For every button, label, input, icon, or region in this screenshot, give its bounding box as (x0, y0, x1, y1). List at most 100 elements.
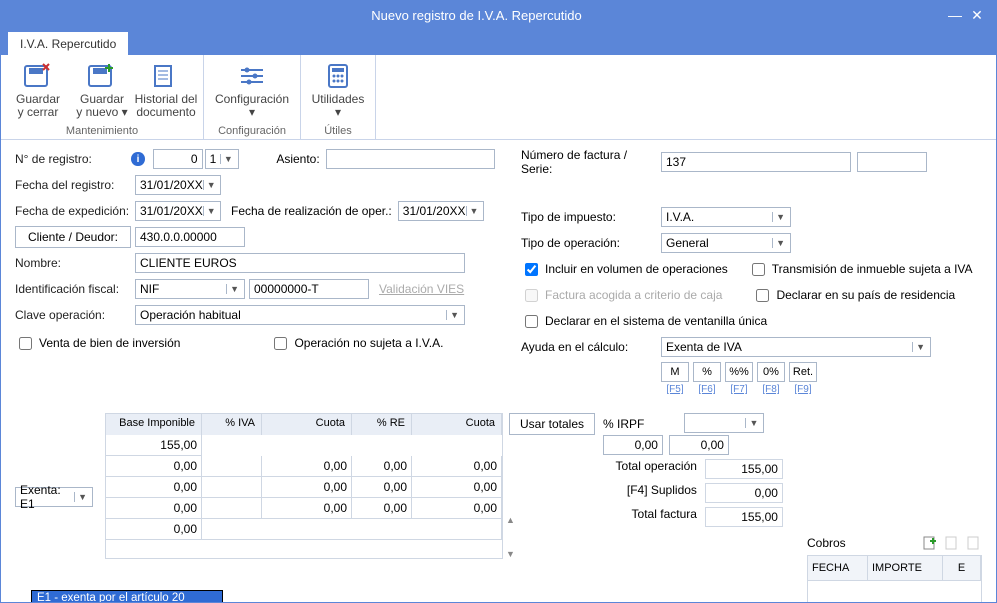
utils-button[interactable]: Utilidades▾ (309, 59, 367, 121)
grid-r2-cuota2[interactable] (412, 477, 502, 498)
tab-iva-repercutido[interactable]: I.V.A. Repercutido (7, 31, 129, 55)
fecha-oper-label: Fecha de realización de oper.: (231, 204, 392, 218)
calculator-icon (321, 61, 355, 91)
irpf-pct-select[interactable]: ▼ (684, 413, 764, 433)
total-oper-label: Total operación (603, 459, 705, 479)
fecha-reg-label: Fecha del registro: (15, 178, 135, 192)
history-button[interactable]: Historial deldocumento (137, 59, 195, 121)
ribbon: Guardary cerrar Guardary nuevo ▾ Histori… (1, 55, 996, 140)
cobros-th-e: E (943, 556, 981, 580)
transm-inm-check[interactable]: Transmisión de inmueble sujeta a IVA (748, 260, 973, 279)
idfiscal-input[interactable] (249, 279, 369, 299)
exenta-dropdown[interactable]: E1 - exenta por el artículo 20 E2 - exen… (31, 590, 223, 603)
mini-btn-ret[interactable]: Ret. (789, 362, 817, 382)
venta-bien-check[interactable]: Venta de bien de inversión (15, 334, 180, 353)
asiento-label: Asiento: (276, 152, 319, 166)
close-button[interactable]: ✕ (966, 7, 988, 24)
total-oper-value: 155,00 (705, 459, 783, 479)
fecha-exp-select[interactable]: 31/01/20XX▼ (135, 201, 221, 221)
cobros-panel: Cobros FECHA IMPORTE E (807, 535, 982, 603)
fkey-f9: [F9] (789, 384, 817, 395)
pirpf-label: % IRPF (603, 417, 644, 431)
nfact-label: Número de factura / Serie: (521, 148, 661, 176)
grid-r4-base[interactable] (106, 519, 202, 540)
tipo-oper-select[interactable]: General▼ (661, 233, 791, 253)
ribbon-group-utils: Utilidades▾ Útiles (301, 55, 376, 139)
ribbon-group-label-mantenimiento: Mantenimiento (66, 125, 138, 137)
info-icon[interactable]: i (131, 152, 144, 166)
oper-nosujeta-check[interactable]: Operación no sujeta a I.V.A. (270, 334, 443, 353)
grid-r1-pre[interactable] (352, 456, 412, 477)
cliente-input[interactable] (135, 227, 245, 247)
grid-r3-cuota[interactable] (262, 498, 352, 519)
grid-r2-cuota[interactable] (262, 477, 352, 498)
cliente-button[interactable]: Cliente / Deudor: (15, 226, 131, 248)
grid-r3-cuota2[interactable] (412, 498, 502, 519)
minimize-button[interactable]: — (944, 7, 966, 23)
fecha-oper-select[interactable]: 31/01/20XX▼ (398, 201, 484, 221)
grid-r3-pre[interactable] (352, 498, 412, 519)
nfact-serie-input[interactable] (857, 152, 927, 172)
tipo-imp-label: Tipo de impuesto: (521, 210, 661, 224)
nombre-label: Nombre: (15, 256, 135, 270)
grid-r1-base[interactable] (106, 456, 202, 477)
cobros-add-icon[interactable] (922, 535, 938, 551)
grid-memo[interactable] (202, 519, 502, 540)
form-area: N° de registro: i 1▼ Asiento: Fecha del … (1, 140, 996, 602)
cobros-delete-icon[interactable] (966, 535, 982, 551)
idfiscal-label: Identificación fiscal: (15, 282, 135, 296)
tipo-imp-select[interactable]: I.V.A.▼ (661, 207, 791, 227)
ribbon-group-label-utils: Útiles (324, 125, 352, 137)
dropdown-e1[interactable]: E1 - exenta por el artículo 20 (32, 591, 222, 603)
vies-link[interactable]: Validación VIES (379, 282, 464, 296)
suplidos-value: 0,00 (705, 483, 783, 503)
mini-btn-pctpct[interactable]: %% (725, 362, 753, 382)
irpf-cuota-input[interactable] (669, 435, 729, 455)
ribbon-group-mantenimiento: Guardary cerrar Guardary nuevo ▾ Histori… (1, 55, 204, 139)
nreg-label: N° de registro: (15, 152, 127, 166)
nreg-series-select[interactable]: 1▼ (205, 149, 239, 169)
memo-scroll-up[interactable]: ▲ (506, 515, 515, 525)
fkey-f5: [F5] (661, 384, 689, 395)
nreg-input[interactable] (153, 149, 203, 169)
grid-r3-piva[interactable] (202, 498, 262, 519)
nfact-input[interactable] (661, 152, 851, 172)
grid-exenta-base[interactable] (106, 435, 202, 456)
clave-label: Clave operación: (15, 308, 135, 322)
total-factura-label: Total factura (603, 507, 705, 527)
idfiscal-type-select[interactable]: NIF▼ (135, 279, 245, 299)
exenta-select[interactable]: Exenta: E1▼ (15, 487, 93, 507)
nombre-input[interactable] (135, 253, 465, 273)
incluir-vol-check[interactable]: Incluir en volumen de operaciones (521, 260, 728, 279)
cobros-th-importe: IMPORTE (868, 556, 943, 580)
mini-btn-pct[interactable]: % (693, 362, 721, 382)
save-close-icon (21, 61, 55, 91)
mini-btn-zero[interactable]: 0% (757, 362, 785, 382)
fkey-f7: [F7] (725, 384, 753, 395)
suplidos-label: [F4] Suplidos (603, 483, 705, 503)
irpf-val-input[interactable] (603, 435, 663, 455)
mini-btn-m[interactable]: M (661, 362, 689, 382)
grid-r3-base[interactable] (106, 498, 202, 519)
fecha-reg-select[interactable]: 31/01/20XX▼ (135, 175, 221, 195)
clave-select[interactable]: Operación habitual▼ (135, 305, 465, 325)
cobros-edit-icon[interactable] (944, 535, 960, 551)
memo-scroll-down[interactable]: ▼ (506, 549, 515, 559)
factura-caja-check: Factura acogida a criterio de caja (521, 286, 722, 305)
cobros-table: FECHA IMPORTE E (807, 555, 982, 603)
grid-r1-piva[interactable] (202, 456, 262, 477)
grid-r2-pre[interactable] (352, 477, 412, 498)
ayuda-select[interactable]: Exenta de IVA▼ (661, 337, 931, 357)
grid-r1-cuota[interactable] (262, 456, 352, 477)
declarar-vent-check[interactable]: Declarar en el sistema de ventanilla úni… (521, 312, 767, 331)
grid-r1-cuota2[interactable] (412, 456, 502, 477)
asiento-input[interactable] (326, 149, 495, 169)
fkey-f6: [F6] (693, 384, 721, 395)
grid-h-pre: % RE (352, 414, 412, 435)
usar-totales-button[interactable]: Usar totales (509, 413, 595, 435)
grid-r2-base[interactable] (106, 477, 202, 498)
declarar-pais-check[interactable]: Declarar en su país de residencia (752, 286, 955, 305)
fkey-f8: [F8] (757, 384, 785, 395)
grid-h-piva: % IVA (202, 414, 262, 435)
grid-r2-piva[interactable] (202, 477, 262, 498)
